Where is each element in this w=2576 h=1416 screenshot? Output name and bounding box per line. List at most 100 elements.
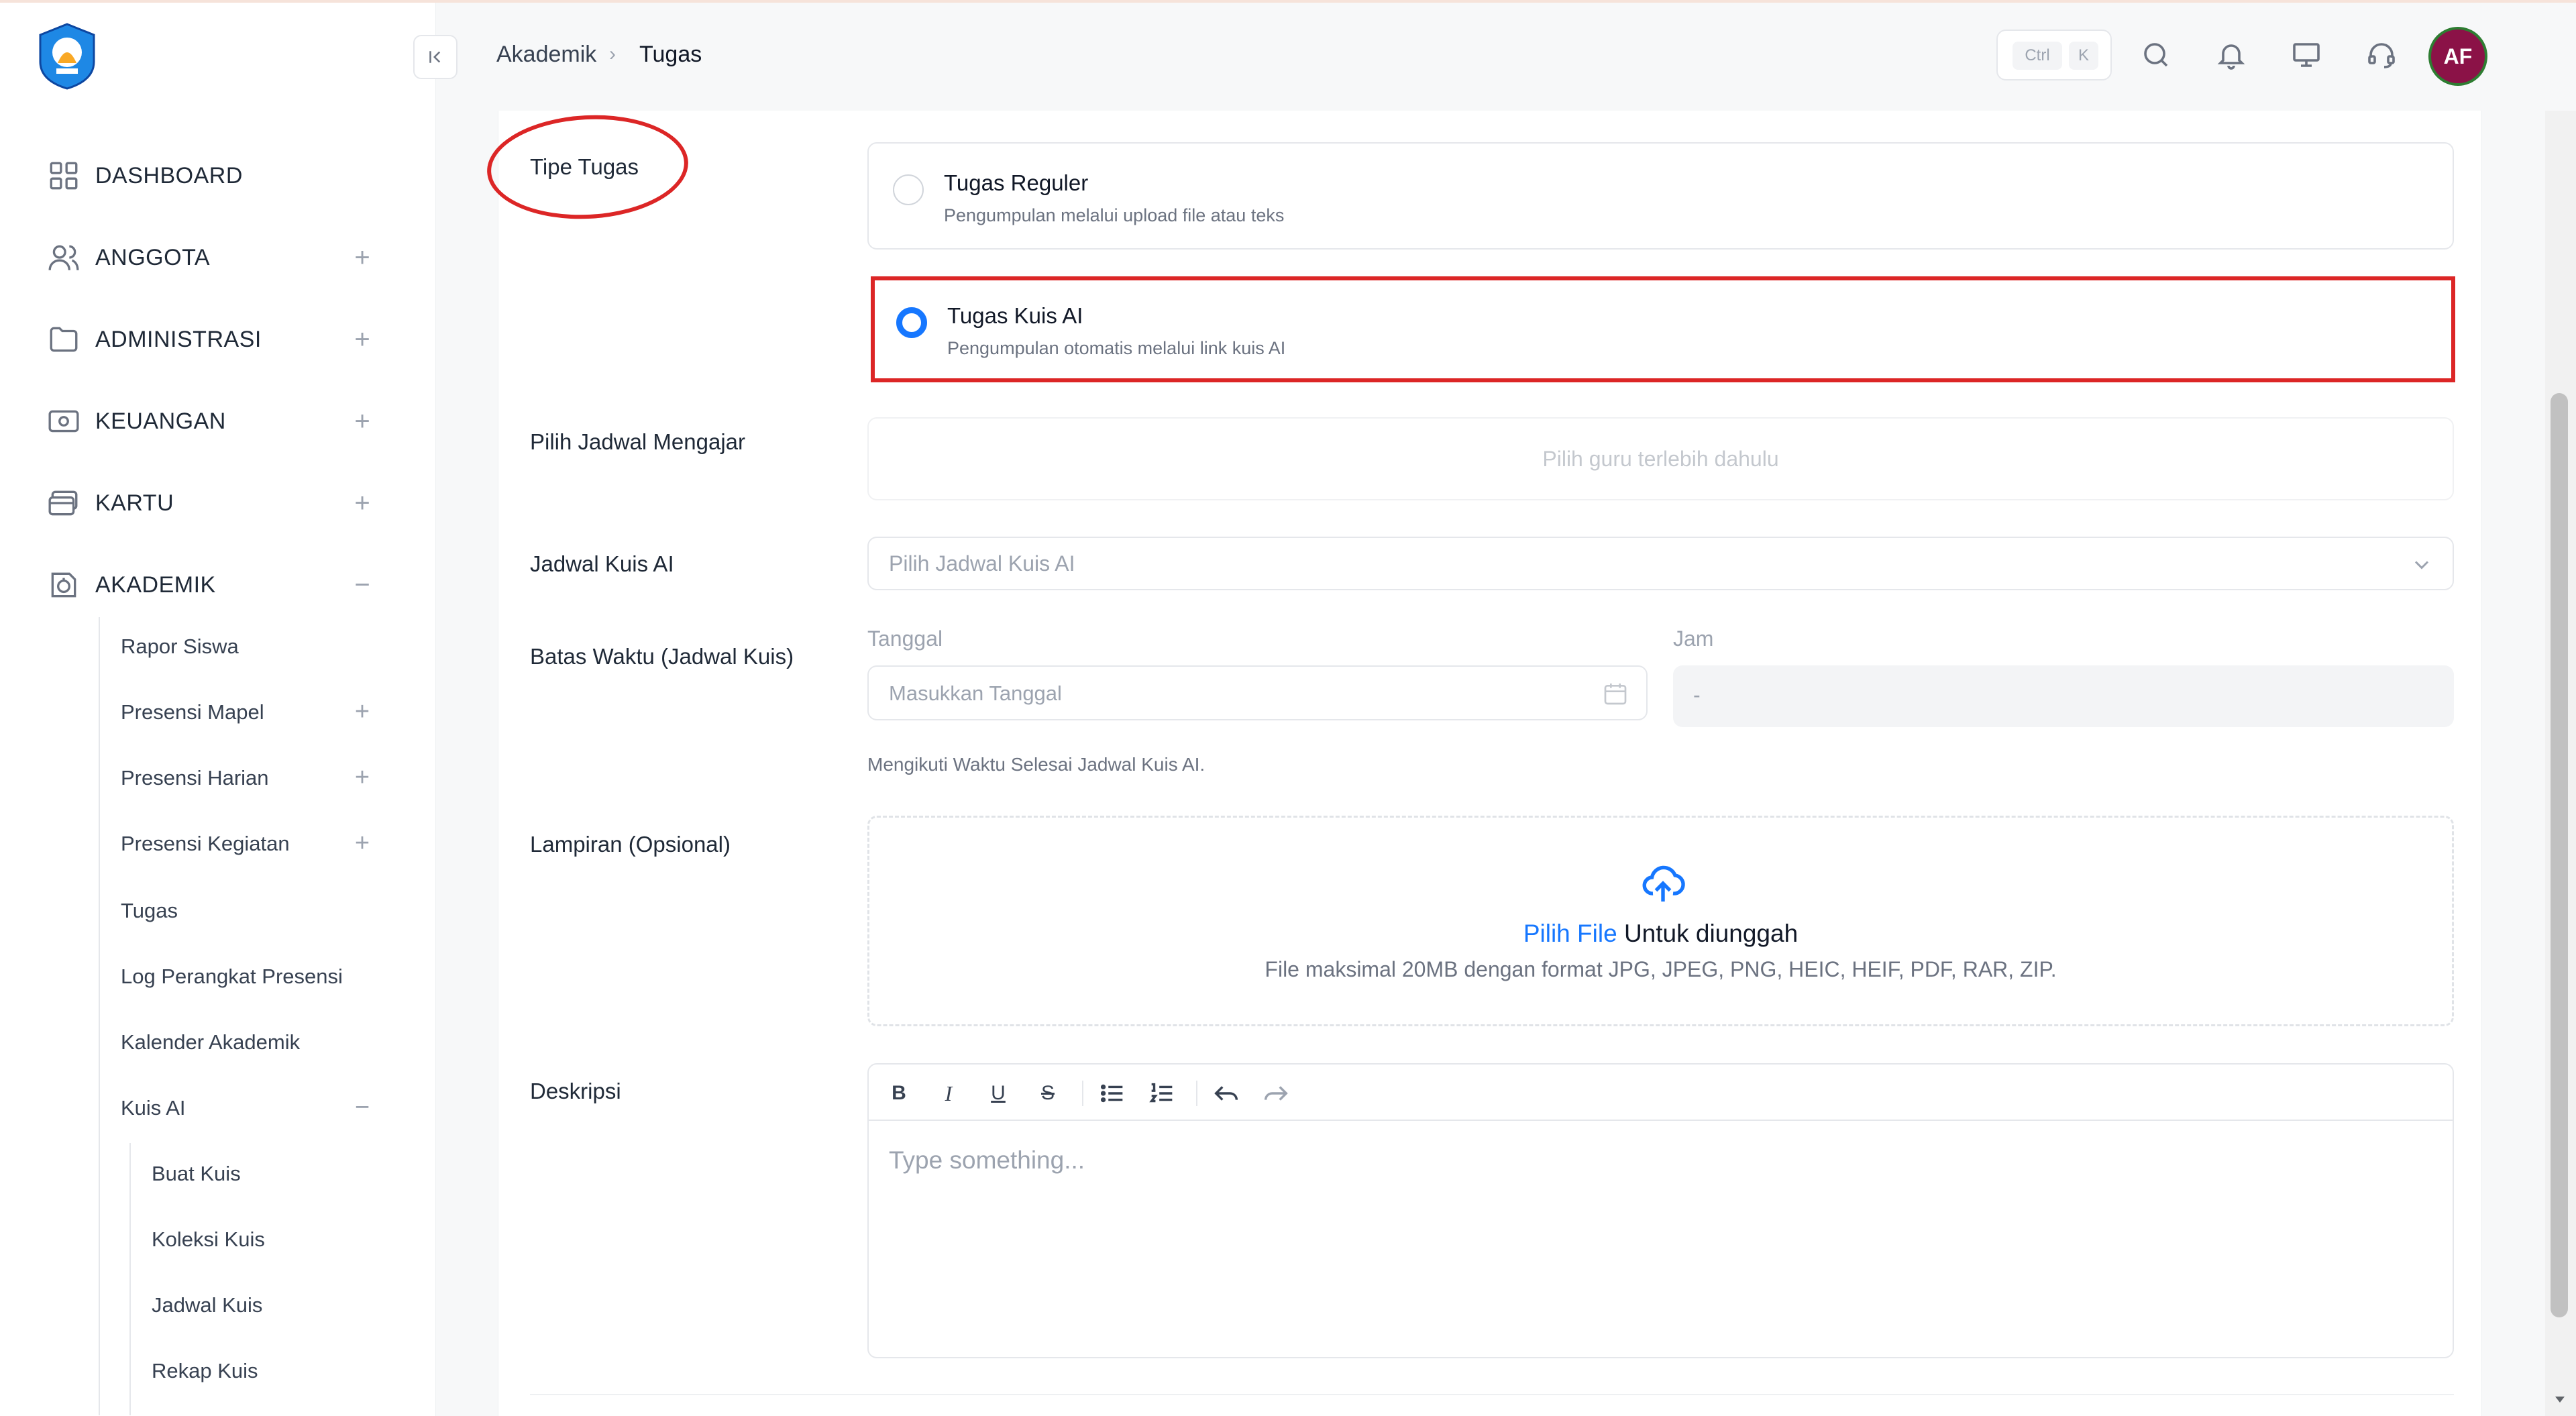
- kbd-ctrl: Ctrl: [2012, 42, 2062, 70]
- expand-icon[interactable]: +: [352, 406, 372, 437]
- underline-icon[interactable]: U: [983, 1078, 1014, 1109]
- avatar[interactable]: AF: [2428, 27, 2487, 86]
- section-divider: [530, 1394, 2454, 1395]
- collapse-left-icon: [429, 51, 441, 63]
- upload-formats: File maksimal 20MB dengan format JPG, JP…: [1265, 957, 2057, 981]
- option-tugas-kuis-ai[interactable]: Tugas Kuis AI Pengumpulan otomatis melal…: [871, 276, 2455, 382]
- collapse-icon[interactable]: −: [352, 570, 372, 600]
- jadwal-kuis-select[interactable]: Pilih Jadwal Kuis AI: [867, 537, 2454, 590]
- option-title: Tugas Kuis AI: [947, 303, 1083, 328]
- kbd-k: K: [2069, 42, 2098, 70]
- card-icon: [48, 490, 78, 516]
- expand-icon[interactable]: +: [352, 325, 372, 355]
- sidebar-subitem-tugas[interactable]: Tugas: [121, 899, 178, 923]
- bullet-list-icon[interactable]: [1097, 1078, 1128, 1109]
- radio-tugas-kuis-ai[interactable]: [896, 307, 927, 338]
- expand-icon[interactable]: +: [352, 829, 372, 858]
- upload-text: Untuk diunggah: [1617, 920, 1799, 947]
- undo-icon[interactable]: [1211, 1078, 1242, 1109]
- editor-toolbar: B I U S: [869, 1065, 2453, 1121]
- expand-icon[interactable]: +: [352, 698, 372, 726]
- sidebar-subitem-kuis-ai[interactable]: Kuis AI: [121, 1096, 186, 1120]
- sidebar-item-akademik[interactable]: AKADEMIK −: [0, 558, 436, 612]
- option-description: Pengumpulan otomatis melalui link kuis A…: [947, 338, 1286, 358]
- file-upload-dropzone[interactable]: Pilih File Untuk diunggah File maksimal …: [867, 816, 2454, 1026]
- breadcrumb-akademik[interactable]: Akademik: [496, 42, 596, 68]
- sidebar-subitem-rapor-siswa[interactable]: Rapor Siswa: [121, 635, 239, 659]
- grid-icon: [50, 162, 78, 190]
- money-icon: [48, 410, 79, 433]
- tanggal-label: Tanggal: [867, 627, 943, 651]
- expand-icon[interactable]: +: [352, 488, 372, 519]
- folder-icon: [50, 327, 78, 352]
- chevron-down-icon: [2414, 561, 2429, 569]
- time-value: -: [1693, 683, 1701, 707]
- batas-waktu-label: Batas Waktu (Jadwal Kuis): [530, 644, 794, 669]
- monitor-icon[interactable]: [2290, 39, 2322, 71]
- search-icon[interactable]: [2140, 39, 2172, 71]
- expand-icon[interactable]: +: [352, 763, 372, 792]
- option-description: Pengumpulan melalui upload file atau tek…: [944, 205, 1285, 225]
- sidebar-subitem-buat-kuis[interactable]: Buat Kuis: [152, 1162, 241, 1186]
- jadwal-kuis-label: Jadwal Kuis AI: [530, 551, 674, 576]
- rich-text-editor[interactable]: B I U S Type something...: [867, 1063, 2454, 1358]
- select-placeholder: Pilih Jadwal Kuis AI: [889, 551, 1075, 576]
- sidebar: DASHBOARD ANGGOTA + ADMINISTRASI + KEUAN…: [0, 3, 436, 1416]
- redo-icon[interactable]: [1260, 1078, 1291, 1109]
- sidebar-item-keuangan[interactable]: KEUANGAN +: [0, 394, 436, 448]
- toolbar-divider: [1196, 1081, 1197, 1106]
- option-title: Tugas Reguler: [944, 170, 1089, 195]
- sidebar-item-label: ANGGOTA: [95, 244, 210, 270]
- submenu-guide-line: [129, 1143, 131, 1415]
- bold-icon[interactable]: B: [883, 1078, 914, 1109]
- command-shortcut-button[interactable]: Ctrl K: [1996, 30, 2112, 80]
- sidebar-item-label: KARTU: [95, 490, 174, 516]
- sidebar-subitem-jadwal-kuis[interactable]: Jadwal Kuis: [152, 1293, 262, 1317]
- sidebar-subitem-presensi-harian[interactable]: Presensi Harian: [121, 766, 269, 790]
- expand-icon[interactable]: +: [352, 243, 372, 273]
- strikethrough-icon[interactable]: S: [1032, 1078, 1063, 1109]
- batas-waktu-hint: Mengikuti Waktu Selesai Jadwal Kuis AI.: [867, 754, 1205, 775]
- collapse-icon[interactable]: −: [352, 1093, 372, 1122]
- sidebar-subitem-rekap-kuis[interactable]: Rekap Kuis: [152, 1359, 258, 1383]
- scroll-down-icon[interactable]: [2552, 1391, 2568, 1407]
- sidebar-item-label: DASHBOARD: [95, 162, 243, 188]
- bell-icon[interactable]: [2215, 39, 2247, 71]
- collapse-sidebar-button[interactable]: [413, 35, 458, 79]
- calendar-icon[interactable]: [1602, 680, 1629, 707]
- sidebar-item-kartu[interactable]: KARTU +: [0, 476, 436, 530]
- support-icon[interactable]: [2365, 39, 2398, 71]
- sidebar-subitem-kalender[interactable]: Kalender Akademik: [121, 1030, 300, 1054]
- users-icon: [48, 245, 79, 270]
- sidebar-item-dashboard[interactable]: DASHBOARD: [0, 149, 436, 203]
- deskripsi-label: Deskripsi: [530, 1079, 621, 1103]
- lampiran-label: Lampiran (Opsional): [530, 832, 731, 857]
- upload-instruction: Pilih File Untuk diunggah: [869, 920, 2452, 948]
- sidebar-item-label: KEUANGAN: [95, 408, 226, 434]
- academic-icon: [51, 572, 76, 598]
- sidebar-subitem-presensi-mapel[interactable]: Presensi Mapel: [121, 700, 264, 724]
- jam-input: -: [1673, 665, 2454, 727]
- radio-tugas-reguler[interactable]: [893, 174, 924, 205]
- pilih-file-link[interactable]: Pilih File: [1523, 920, 1617, 947]
- italic-icon[interactable]: I: [933, 1078, 964, 1109]
- date-placeholder: Masukkan Tanggal: [889, 682, 1062, 705]
- ordered-list-icon[interactable]: [1146, 1078, 1177, 1109]
- jadwal-mengajar-label: Pilih Jadwal Mengajar: [530, 429, 745, 454]
- submenu-guide-line: [99, 617, 100, 1415]
- option-tugas-reguler[interactable]: Tugas Reguler Pengumpulan melalui upload…: [867, 142, 2454, 250]
- tanggal-input[interactable]: Masukkan Tanggal: [867, 665, 1648, 720]
- breadcrumb-separator-icon: ›: [609, 43, 616, 65]
- sidebar-subitem-koleksi-kuis[interactable]: Koleksi Kuis: [152, 1228, 265, 1252]
- sidebar-item-administrasi[interactable]: ADMINISTRASI +: [0, 313, 436, 366]
- jadwal-mengajar-select: Pilih guru terlebih dahulu: [867, 417, 2454, 500]
- sidebar-subitem-presensi-kegiatan[interactable]: Presensi Kegiatan: [121, 832, 290, 856]
- logo-icon[interactable]: [34, 21, 101, 91]
- scrollbar-thumb[interactable]: [2551, 393, 2568, 1317]
- sidebar-item-anggota[interactable]: ANGGOTA +: [0, 231, 436, 284]
- cloud-upload-icon: [1642, 865, 1685, 902]
- breadcrumb-tugas: Tugas: [639, 42, 702, 67]
- jam-label: Jam: [1673, 627, 1714, 651]
- editor-placeholder: Type something...: [889, 1146, 1085, 1174]
- sidebar-subitem-log-perangkat[interactable]: Log Perangkat Presensi: [121, 965, 343, 989]
